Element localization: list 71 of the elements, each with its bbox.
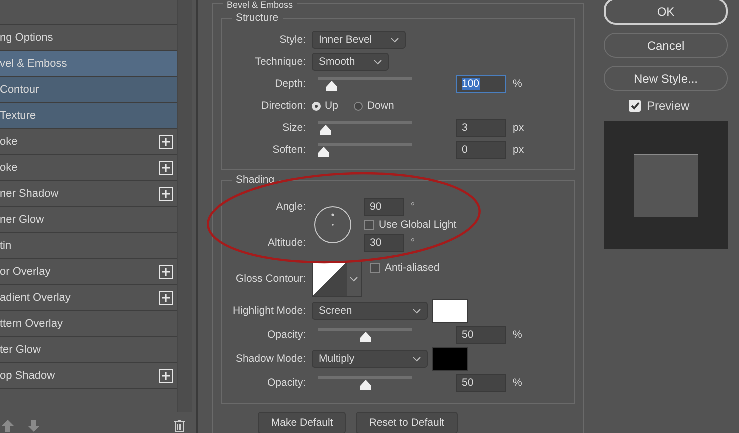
field-label: Depth: <box>274 78 307 90</box>
dialog-button[interactable]: OK <box>604 0 728 25</box>
field-label: Shadow Mode: <box>234 353 307 365</box>
dialog-button[interactable]: Cancel <box>604 33 728 58</box>
add-icon[interactable] <box>159 134 173 148</box>
trash-icon[interactable] <box>174 420 185 432</box>
slider-thumb[interactable] <box>360 332 372 342</box>
contour-picker[interactable] <box>312 261 362 297</box>
color-swatch[interactable] <box>432 299 468 323</box>
number-field[interactable]: 100 <box>456 75 506 93</box>
slider-thumb[interactable] <box>360 380 372 390</box>
number-field[interactable]: 90 <box>364 198 404 216</box>
add-icon[interactable] <box>159 264 173 278</box>
slider-thumb[interactable] <box>326 81 338 91</box>
dropdown[interactable]: Multiply <box>312 350 428 368</box>
checkbox[interactable]: Use Global Light <box>364 219 457 231</box>
group-title: Bevel & Emboss <box>223 1 298 10</box>
field-label: Style: <box>278 34 307 46</box>
field-label: Technique: <box>254 56 307 68</box>
dialog-button[interactable]: New Style... <box>604 66 728 91</box>
unit-label: % <box>513 78 522 90</box>
slider-thumb[interactable] <box>320 125 332 135</box>
add-icon[interactable] <box>159 186 173 200</box>
unit-label: % <box>513 329 522 341</box>
field-label: Soften: <box>272 144 307 156</box>
field-label: Direction: <box>260 100 307 112</box>
caret-icon <box>350 276 358 282</box>
checkbox[interactable]: Preview <box>604 99 728 113</box>
dropdown[interactable]: Inner Bevel <box>312 31 406 49</box>
unit-label: ° <box>411 237 416 249</box>
number-field[interactable]: 50 <box>456 326 506 344</box>
group-title: Structure <box>232 12 283 24</box>
dialog-button[interactable]: Reset to Default <box>356 412 458 433</box>
caret-icon <box>391 38 399 42</box>
add-icon[interactable] <box>159 160 173 174</box>
field-label: Size: <box>282 122 307 134</box>
preview-square <box>634 154 698 216</box>
field-label: Opacity: <box>266 329 307 341</box>
field-label: Gloss Contour: <box>234 273 307 285</box>
number-field[interactable]: 0 <box>456 141 506 159</box>
style-list-item[interactable]: Contour <box>0 77 177 103</box>
caret-icon <box>374 60 382 64</box>
slider-thumb[interactable] <box>318 147 330 157</box>
radio-option[interactable]: Down <box>354 100 394 112</box>
style-list-item[interactable]: vel & Emboss <box>0 51 177 77</box>
add-icon[interactable] <box>159 290 173 304</box>
color-swatch[interactable] <box>432 347 468 371</box>
radio-option[interactable]: Up <box>312 100 338 112</box>
dropdown[interactable]: Smooth <box>312 53 389 71</box>
scrollbar-track[interactable] <box>177 0 192 412</box>
field-label: Highlight Mode: <box>232 305 307 317</box>
add-icon[interactable] <box>159 368 173 382</box>
style-list-item[interactable]: Texture <box>0 103 177 129</box>
unit-label: px <box>513 122 524 134</box>
caret-icon <box>413 308 421 314</box>
field-label: Angle: <box>275 201 307 213</box>
dialog-button[interactable]: Make Default <box>258 412 346 433</box>
unit-label: % <box>513 377 522 389</box>
number-field[interactable]: 3 <box>456 119 506 137</box>
dropdown[interactable]: Screen <box>312 302 428 320</box>
check-icon <box>630 102 640 110</box>
number-field[interactable]: 50 <box>456 374 506 392</box>
unit-label: px <box>513 144 524 156</box>
field-label: Opacity: <box>266 377 307 389</box>
field-label: Altitude: <box>267 237 307 249</box>
number-field[interactable]: 30 <box>364 234 404 252</box>
checkbox[interactable]: Anti-aliased <box>370 262 440 274</box>
caret-icon <box>413 356 421 362</box>
angle-dial[interactable] <box>314 206 352 244</box>
group-title: Shading <box>232 174 279 186</box>
unit-label: ° <box>411 201 416 213</box>
